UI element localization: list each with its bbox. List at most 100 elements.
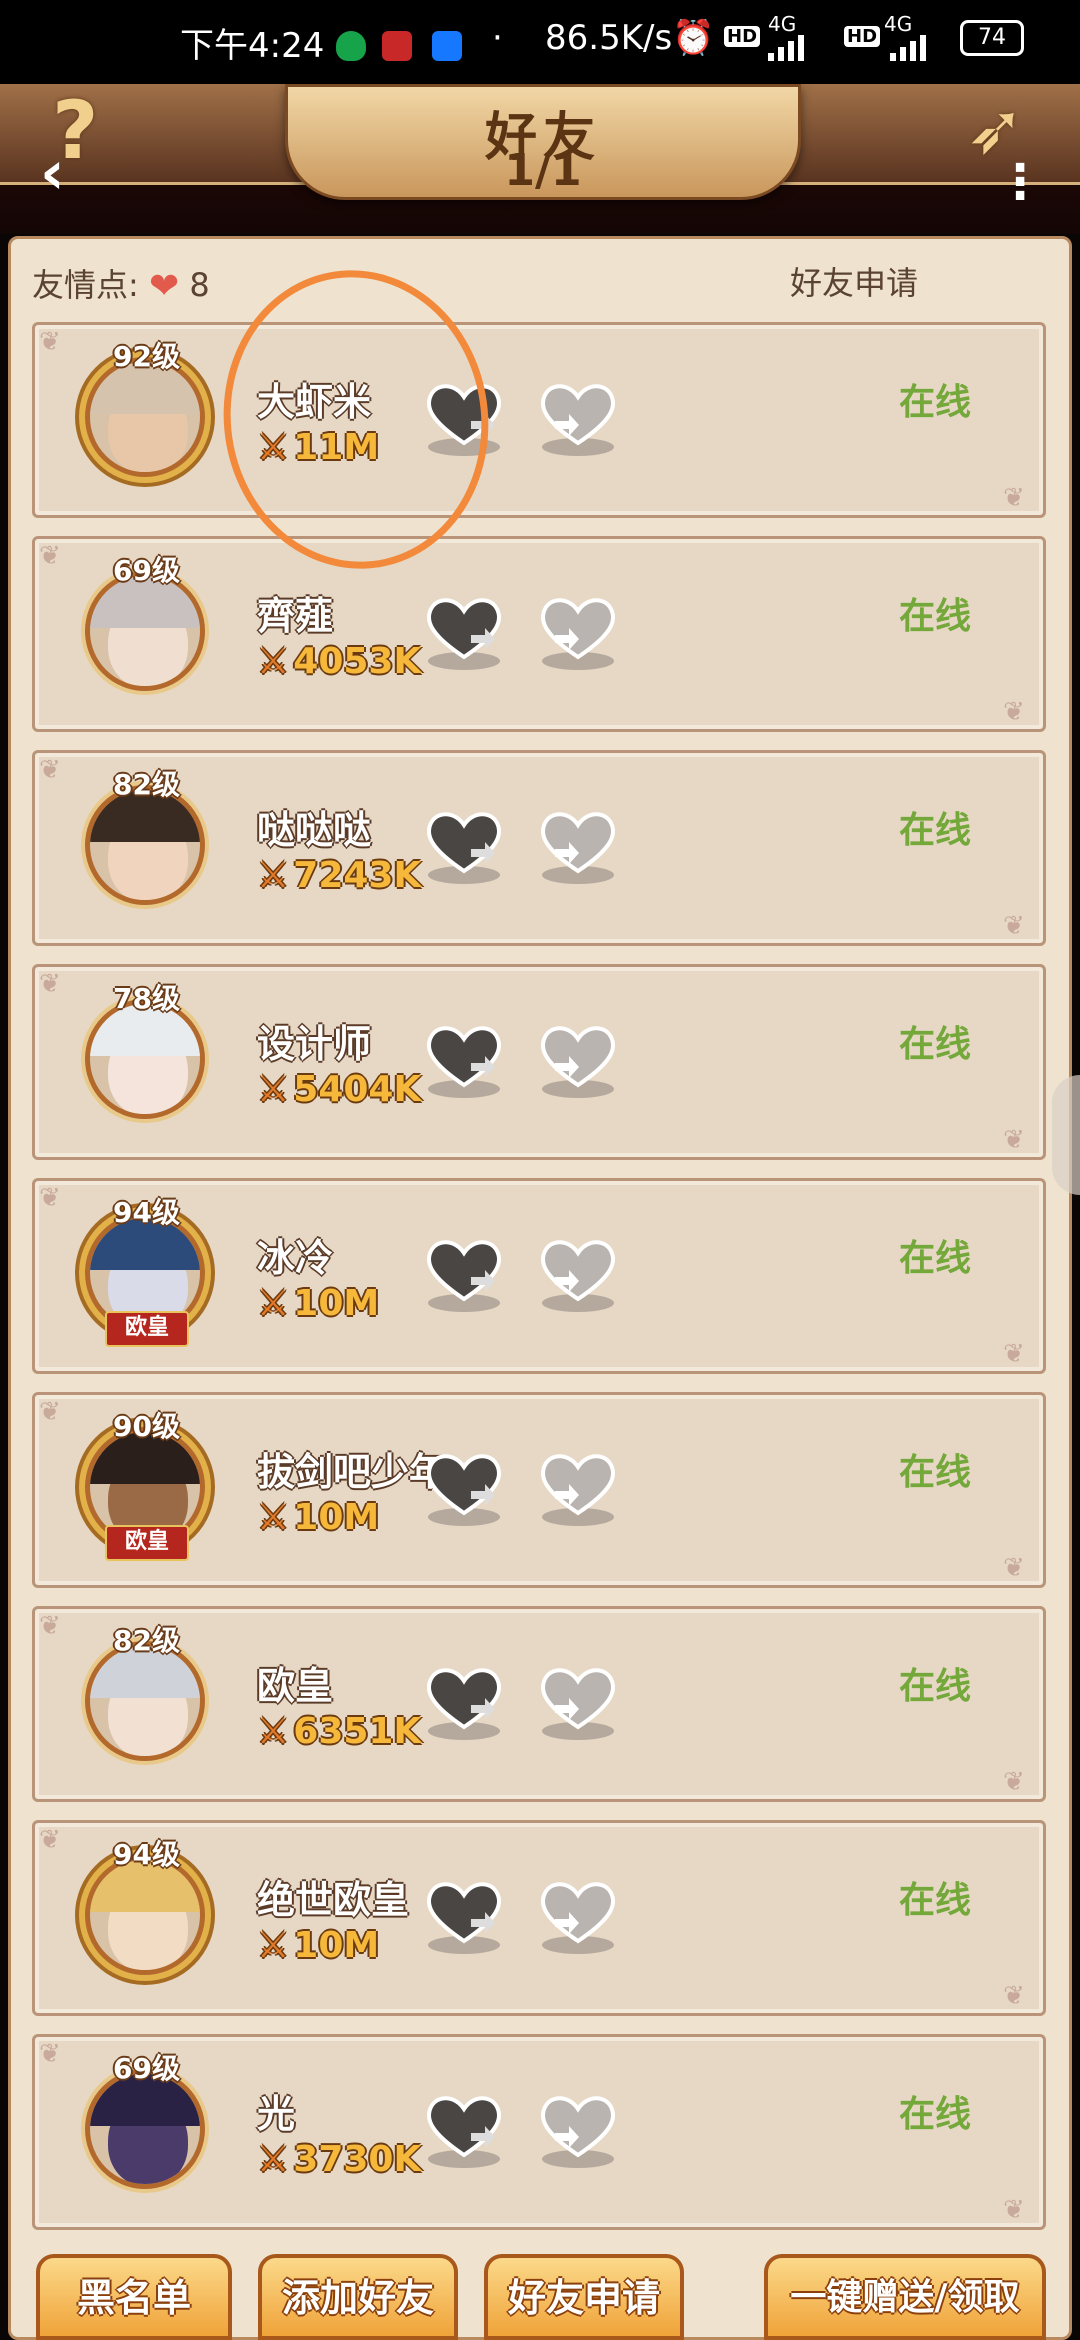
heart-receive-icon <box>421 1882 507 1959</box>
header: 好友 1/1 ? ‹ ➶ ⋮ <box>0 84 1080 234</box>
send-heart-button[interactable] <box>535 1875 621 1955</box>
friend-name: 光 <box>257 2092 296 2136</box>
friend-card[interactable]: ❦ ❦ 78级 设计师 ⚔ 5404K 在线 <box>32 964 1046 1160</box>
corner-ornament-icon: ❦ <box>39 541 61 571</box>
avatar[interactable] <box>85 571 205 691</box>
heart-send-icon <box>535 2096 621 2173</box>
corner-ornament-icon: ❦ <box>1003 1767 1025 1797</box>
friend-requests-link[interactable]: 好友申请 <box>790 258 918 304</box>
send-heart-button[interactable] <box>535 1233 621 1313</box>
app-notification-icon <box>382 24 412 64</box>
send-heart-button[interactable] <box>535 805 621 885</box>
combat-power-value: 10M <box>293 1925 380 1966</box>
corner-ornament-icon: ❦ <box>39 969 61 999</box>
receive-heart-button[interactable] <box>421 1019 507 1099</box>
combat-power-value: 6351K <box>293 1711 422 1752</box>
blacklist-button[interactable]: 黑名单 <box>36 2254 232 2340</box>
friend-card[interactable]: ❦ ❦ 69级 齊薤 ⚔ 4053K 在线 <box>32 536 1046 732</box>
vip-badge: 欧皇 <box>105 1311 189 1347</box>
friend-card[interactable]: ❦ ❦ 94级 欧皇 冰冷 ⚔ 10M 在线 <box>32 1178 1046 1374</box>
title-plate: 好友 1/1 <box>285 84 801 200</box>
back-button[interactable]: ‹ <box>40 138 65 208</box>
shield-icon <box>336 24 366 64</box>
heart-receive-icon <box>421 812 507 889</box>
friend-requests-button[interactable]: 好友申请 <box>484 2254 684 2340</box>
friendship-value: 8 <box>189 266 210 304</box>
heart-send-icon <box>535 1454 621 1531</box>
friend-name: 哒哒哒 <box>257 808 372 852</box>
send-receive-all-button[interactable]: 一键赠送/领取 <box>764 2254 1046 2340</box>
level-badge: 94级 <box>113 1838 180 1871</box>
heart-receive-icon <box>421 598 507 675</box>
signal-icon-2 <box>890 30 954 70</box>
combat-power: ⚔ 3730K <box>257 2139 421 2180</box>
friend-name: 齊薤 <box>257 594 334 638</box>
friend-name: 冰冷 <box>257 1236 334 1280</box>
send-heart-button[interactable] <box>535 1019 621 1099</box>
swords-icon: ⚔ <box>257 855 290 896</box>
heart-icon: ❤ <box>148 266 180 307</box>
send-heart-button[interactable] <box>535 591 621 671</box>
avatar[interactable] <box>85 1855 205 1975</box>
swords-icon: ⚔ <box>257 641 290 682</box>
alarm-icon: ⏰ <box>672 18 715 58</box>
friend-card[interactable]: ❦ ❦ 82级 哒哒哒 ⚔ 7243K 在线 <box>32 750 1046 946</box>
friendship-points: 友情点: ❤ 8 <box>32 260 210 307</box>
avatar[interactable] <box>85 2069 205 2189</box>
avatar[interactable] <box>85 357 205 477</box>
add-friend-button[interactable]: 添加好友 <box>258 2254 458 2340</box>
heart-receive-icon <box>421 1668 507 1745</box>
friend-card[interactable]: ❦ ❦ 94级 绝世欧皇 ⚔ 10M 在线 <box>32 1820 1046 2016</box>
swords-icon: ⚔ <box>257 1711 290 1752</box>
friend-card[interactable]: ❦ ❦ 92级 大虾米 ⚔ 11M 在线 <box>32 322 1046 518</box>
status-bar: 下午4:24 · 86.5K/s ⏰ HD 4G HD 4G 74 <box>0 0 1080 84</box>
corner-ornament-icon: ❦ <box>39 755 61 785</box>
receive-heart-button[interactable] <box>421 1875 507 1955</box>
receive-heart-button[interactable] <box>421 805 507 885</box>
swords-icon: ⚔ <box>257 1925 290 1966</box>
receive-heart-button[interactable] <box>421 1447 507 1527</box>
hd-badge-1: HD <box>724 26 761 47</box>
friend-card[interactable]: ❦ ❦ 82级 欧皇 ⚔ 6351K 在线 <box>32 1606 1046 1802</box>
friend-name: 绝世欧皇 <box>257 1878 410 1922</box>
corner-ornament-icon: ❦ <box>1003 1125 1025 1155</box>
combat-power-value: 3730K <box>293 2139 422 2180</box>
online-status: 在线 <box>899 1452 972 1493</box>
more-dots-icon[interactable]: ⋮ <box>996 154 1044 210</box>
level-badge: 94级 <box>113 1196 180 1229</box>
online-status: 在线 <box>899 810 972 851</box>
online-status: 在线 <box>899 1880 972 1921</box>
corner-ornament-icon: ❦ <box>39 1183 61 1213</box>
receive-heart-button[interactable] <box>421 2089 507 2169</box>
combat-power: ⚔ 4053K <box>257 641 421 682</box>
receive-heart-button[interactable] <box>421 1661 507 1741</box>
corner-ornament-icon: ❦ <box>39 2039 61 2069</box>
alipay-icon <box>432 24 462 64</box>
combat-power-value: 10M <box>293 1283 380 1324</box>
avatar[interactable] <box>85 999 205 1119</box>
hd-badge-2: HD <box>844 26 881 47</box>
receive-heart-button[interactable] <box>421 591 507 671</box>
friend-name: 欧皇 <box>257 1664 334 1708</box>
level-badge: 90级 <box>113 1410 180 1443</box>
network-speed: 86.5K/s <box>545 18 673 58</box>
combat-power: ⚔ 7243K <box>257 855 421 896</box>
heart-send-icon <box>535 384 621 461</box>
friend-card[interactable]: ❦ ❦ 90级 欧皇 拔剑吧少年 ⚔ 10M 在线 <box>32 1392 1046 1588</box>
send-heart-button[interactable] <box>535 1661 621 1741</box>
corner-ornament-icon: ❦ <box>39 327 61 357</box>
avatar[interactable] <box>85 785 205 905</box>
send-heart-button[interactable] <box>535 2089 621 2169</box>
side-drawer-handle[interactable] <box>1052 1075 1080 1195</box>
corner-ornament-icon: ❦ <box>39 1611 61 1641</box>
combat-power-value: 5404K <box>293 1069 422 1110</box>
friend-card[interactable]: ❦ ❦ 69级光 ⚔ 3730K 在线 <box>32 2034 1046 2230</box>
combat-power-value: 7243K <box>293 855 422 896</box>
send-heart-button[interactable] <box>535 377 621 457</box>
corner-ornament-icon: ❦ <box>1003 1981 1025 2011</box>
online-status: 在线 <box>899 596 972 637</box>
avatar[interactable] <box>85 1641 205 1761</box>
corner-ornament-icon: ❦ <box>1003 483 1025 513</box>
send-heart-button[interactable] <box>535 1447 621 1527</box>
receive-heart-button[interactable] <box>421 1233 507 1313</box>
